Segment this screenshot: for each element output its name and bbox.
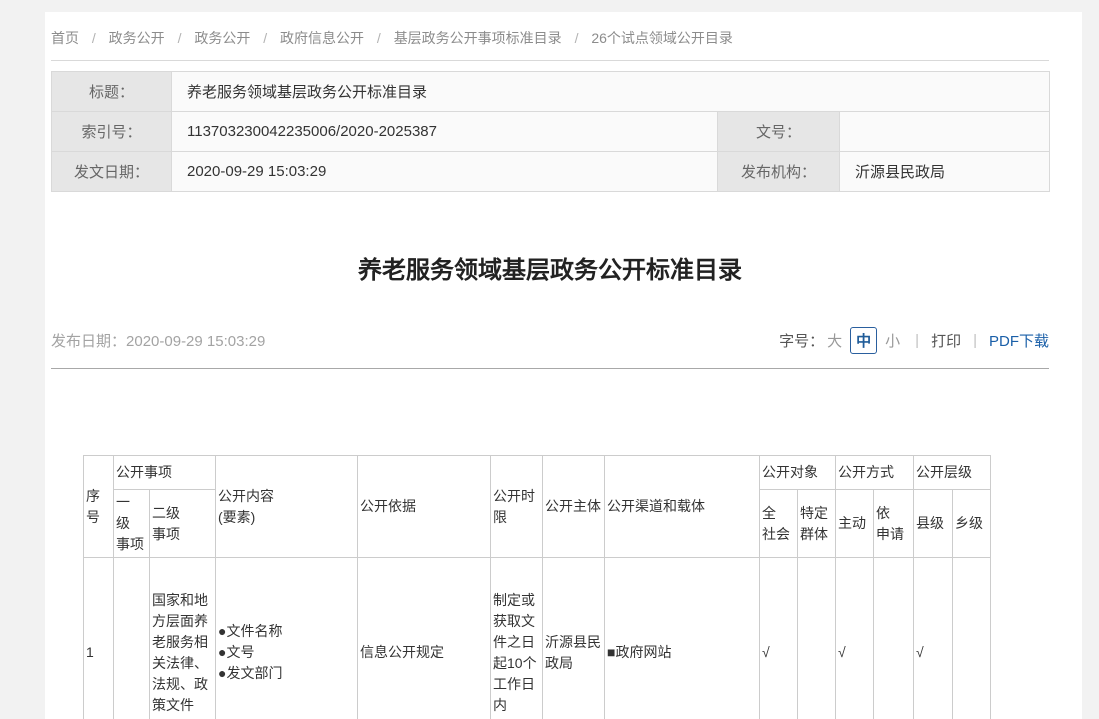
meta-row-date: 发文日期： 2020-09-29 15:03:29 发布机构： 沂源县民政局 (52, 152, 1050, 192)
font-size-large-button[interactable]: 大 (827, 330, 842, 351)
header-method-active: 主动 (836, 490, 874, 558)
font-size-label: 字号： (779, 330, 824, 351)
cell-level-town (953, 558, 991, 719)
breadcrumb-zwgk-1[interactable]: 政务公开 (109, 30, 165, 46)
content-area: 首页 / 政务公开 / 政务公开 / 政府信息公开 / 基层政务公开事项标准目录… (45, 12, 1082, 719)
breadcrumb-pilot-catalog[interactable]: 26个试点领域公开目录 (591, 30, 733, 46)
meta-agency-label: 发布机构： (718, 152, 840, 192)
page-container: 首页 / 政务公开 / 政务公开 / 政府信息公开 / 基层政务公开事项标准目录… (45, 12, 1082, 719)
header-subject: 公开主体 (543, 456, 605, 558)
meta-docnum-value (840, 112, 1050, 152)
breadcrumb-separator: / (178, 30, 182, 46)
page-title: 养老服务领域基层政务公开标准目录 (51, 254, 1049, 288)
toolbar-divider: | (915, 332, 919, 349)
meta-index-value: 113703230042235006/2020-2025387 (172, 112, 718, 152)
header-level1: 一 级 事项 (114, 490, 150, 558)
header-method-request: 依 申请 (874, 490, 914, 558)
header-divider (51, 368, 1049, 369)
meta-issue-date-label: 发文日期： (52, 152, 172, 192)
cell-time-limit: 制定或 获取文 件之日 起10个 工作日 内 (491, 558, 543, 719)
article-meta-row: 发布日期：2020-09-29 15:03:29 字号： 大 中 小 | 打印 … (51, 325, 1049, 355)
font-size-medium-button[interactable]: 中 (850, 327, 877, 354)
cell-target-specific (798, 558, 836, 719)
meta-row-index: 索引号： 113703230042235006/2020-2025387 文号： (52, 112, 1050, 152)
cell-method-active: √ (836, 558, 874, 719)
header-target-group: 公开对象 (760, 456, 836, 490)
meta-agency-value: 沂源县民政局 (840, 152, 1050, 192)
cell-subject: 沂源县民 政局 (543, 558, 605, 719)
header-content: 公开内容 (要素) (216, 456, 358, 558)
header-level-town: 乡级 (953, 490, 991, 558)
meta-title-label: 标题： (52, 72, 172, 112)
cell-content: ●文件名称 ●文号 ●发文部门 (216, 558, 358, 719)
header-seq: 序 号 (84, 456, 114, 558)
header-matters-group: 公开事项 (114, 456, 216, 490)
breadcrumb-separator: / (575, 30, 579, 46)
breadcrumb-separator: / (263, 30, 267, 46)
cell-channel: ■政府网站 (605, 558, 760, 719)
meta-issue-date-value: 2020-09-29 15:03:29 (172, 152, 718, 192)
cell-target-all: √ (760, 558, 798, 719)
breadcrumb-standard-catalog[interactable]: 基层政务公开事项标准目录 (394, 30, 562, 46)
catalog-data-row-1: 1 国家和地 方层面养 老服务相 关法律、 法规、政 策文件 ●文件名称 ●文号… (84, 558, 991, 719)
header-level2: 二级 事项 (150, 490, 216, 558)
breadcrumb-separator: / (92, 30, 96, 46)
header-level-group: 公开层级 (914, 456, 991, 490)
print-button[interactable]: 打印 (931, 330, 961, 351)
publish-date: 发布日期：2020-09-29 15:03:29 (51, 330, 265, 351)
catalog-header-row-1: 序 号 公开事项 公开内容 (要素) 公开依据 公开时 限 公开主体 公开渠道和… (84, 456, 991, 490)
publish-date-value: 2020-09-29 15:03:29 (126, 333, 265, 350)
header-target-specific: 特定 群体 (798, 490, 836, 558)
disclosure-catalog-table: 序 号 公开事项 公开内容 (要素) 公开依据 公开时 限 公开主体 公开渠道和… (83, 455, 991, 719)
document-meta-table: 标题： 养老服务领域基层政务公开标准目录 索引号： 11370323004223… (51, 71, 1050, 192)
meta-index-label: 索引号： (52, 112, 172, 152)
header-basis: 公开依据 (358, 456, 491, 558)
font-size-small-button[interactable]: 小 (885, 330, 900, 351)
cell-basis: 信息公开规定 (358, 558, 491, 719)
header-level-county: 县级 (914, 490, 953, 558)
meta-title-value: 养老服务领域基层政务公开标准目录 (172, 72, 1050, 112)
breadcrumb-separator: / (377, 30, 381, 46)
breadcrumb-zwgk-2[interactable]: 政务公开 (194, 30, 250, 46)
meta-docnum-label: 文号： (718, 112, 840, 152)
breadcrumb-home[interactable]: 首页 (51, 30, 79, 46)
header-channel: 公开渠道和载体 (605, 456, 760, 558)
cell-level-county: √ (914, 558, 953, 719)
cell-level1 (114, 558, 150, 719)
cell-method-request (874, 558, 914, 719)
article-toolbar: 字号： 大 中 小 | 打印 | PDF下载 (779, 327, 1049, 354)
breadcrumb-gov-info[interactable]: 政府信息公开 (280, 30, 364, 46)
cell-seq: 1 (84, 558, 114, 719)
meta-row-title: 标题： 养老服务领域基层政务公开标准目录 (52, 72, 1050, 112)
breadcrumb: 首页 / 政务公开 / 政务公开 / 政府信息公开 / 基层政务公开事项标准目录… (51, 12, 1049, 61)
pdf-download-link[interactable]: PDF下载 (989, 330, 1049, 351)
cell-level2: 国家和地 方层面养 老服务相 关法律、 法规、政 策文件 (150, 558, 216, 719)
header-target-all: 全 社会 (760, 490, 798, 558)
header-time-limit: 公开时 限 (491, 456, 543, 558)
publish-date-label: 发布日期： (51, 333, 126, 350)
header-method-group: 公开方式 (836, 456, 914, 490)
toolbar-divider: | (973, 332, 977, 349)
